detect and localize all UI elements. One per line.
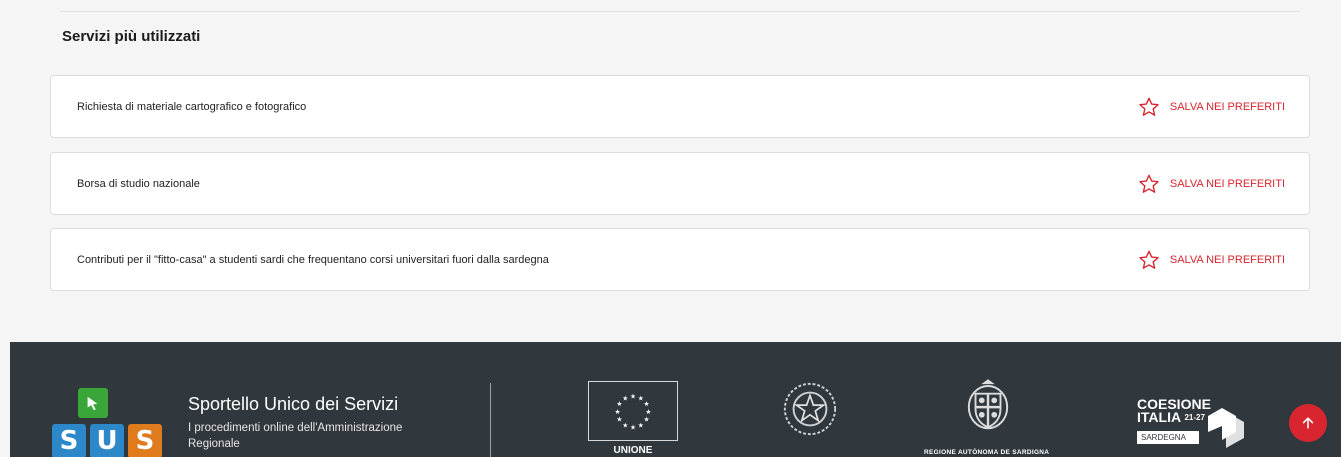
sardinia-region-emblem[interactable] <box>964 378 1012 447</box>
eu-flag-logo[interactable]: ★ ★ ★ ★ ★ ★ ★ ★ ★ ★ ★ ★ <box>588 381 678 441</box>
star-outline-icon <box>1139 97 1159 116</box>
svg-text:★: ★ <box>630 423 636 431</box>
service-title[interactable]: Contributi per il "fitto-casa" a student… <box>77 254 549 266</box>
service-title[interactable]: Borsa di studio nazionale <box>77 178 200 190</box>
star-outline-icon <box>1139 174 1159 193</box>
save-favorite-button[interactable]: SALVA NEI PREFERITI <box>1138 96 1285 118</box>
eu-stars-icon: ★ ★★ ★★★ ★★★ ★★★ <box>615 392 652 431</box>
back-to-top-button[interactable] <box>1289 404 1327 442</box>
star-outline-icon <box>1139 250 1159 269</box>
eu-label: UNIONE EUROPEA <box>608 445 657 457</box>
coesione-logo[interactable] <box>1200 402 1250 452</box>
sus-letter-u: U <box>90 424 124 457</box>
save-favorite-label: SALVA NEI PREFERITI <box>1169 177 1285 190</box>
save-favorite-button[interactable]: SALVA NEI PREFERITI <box>1138 249 1285 271</box>
service-title[interactable]: Richiesta di materiale cartografico e fo… <box>77 101 306 113</box>
save-favorite-label: SALVA NEI PREFERITI <box>1169 253 1285 266</box>
svg-text:★: ★ <box>622 394 628 402</box>
italian-republic-emblem[interactable] <box>781 380 839 443</box>
top-divider <box>60 11 1300 12</box>
svg-text:★: ★ <box>630 392 636 400</box>
coesione-italia: ITALIA <box>1137 409 1181 425</box>
coesione-mark-icon <box>1208 408 1244 448</box>
sus-logo[interactable]: S U S <box>52 388 170 457</box>
svg-text:★: ★ <box>616 416 622 424</box>
footer-brand-title: Sportello Unico dei Servizi <box>188 394 399 414</box>
section-title: Servizi più utilizzati <box>62 28 201 45</box>
service-card[interactable]: Richiesta di materiale cartografico e fo… <box>50 75 1310 138</box>
sus-letter-s: S <box>52 424 86 457</box>
sus-letter-s: S <box>128 424 162 457</box>
service-card[interactable]: Borsa di studio nazionale SALVA NEI PREF… <box>50 152 1310 215</box>
svg-text:★: ★ <box>644 416 650 424</box>
ras-label: REGIONE AUTÒNOMA DE SARDIGNA <box>924 449 1050 456</box>
sardegna-tag: SARDEGNA <box>1137 431 1199 444</box>
coesione-subtitle: ITALIA 21-27 <box>1137 409 1205 425</box>
footer-divider <box>490 383 491 457</box>
save-favorite-button[interactable]: SALVA NEI PREFERITI <box>1138 173 1285 195</box>
svg-text:★: ★ <box>622 421 628 429</box>
svg-text:★: ★ <box>615 408 621 416</box>
cursor-icon <box>78 388 108 418</box>
footer-brand-subtitle: I procedimenti online dell'Amministrazio… <box>188 422 403 450</box>
arrow-up-icon <box>1302 417 1314 429</box>
svg-text:★: ★ <box>638 421 644 429</box>
sardinia-shield-icon <box>967 379 1009 430</box>
save-favorite-label: SALVA NEI PREFERITI <box>1169 100 1285 113</box>
service-card[interactable]: Contributi per il "fitto-casa" a student… <box>50 228 1310 291</box>
republic-emblem-icon <box>783 382 837 436</box>
